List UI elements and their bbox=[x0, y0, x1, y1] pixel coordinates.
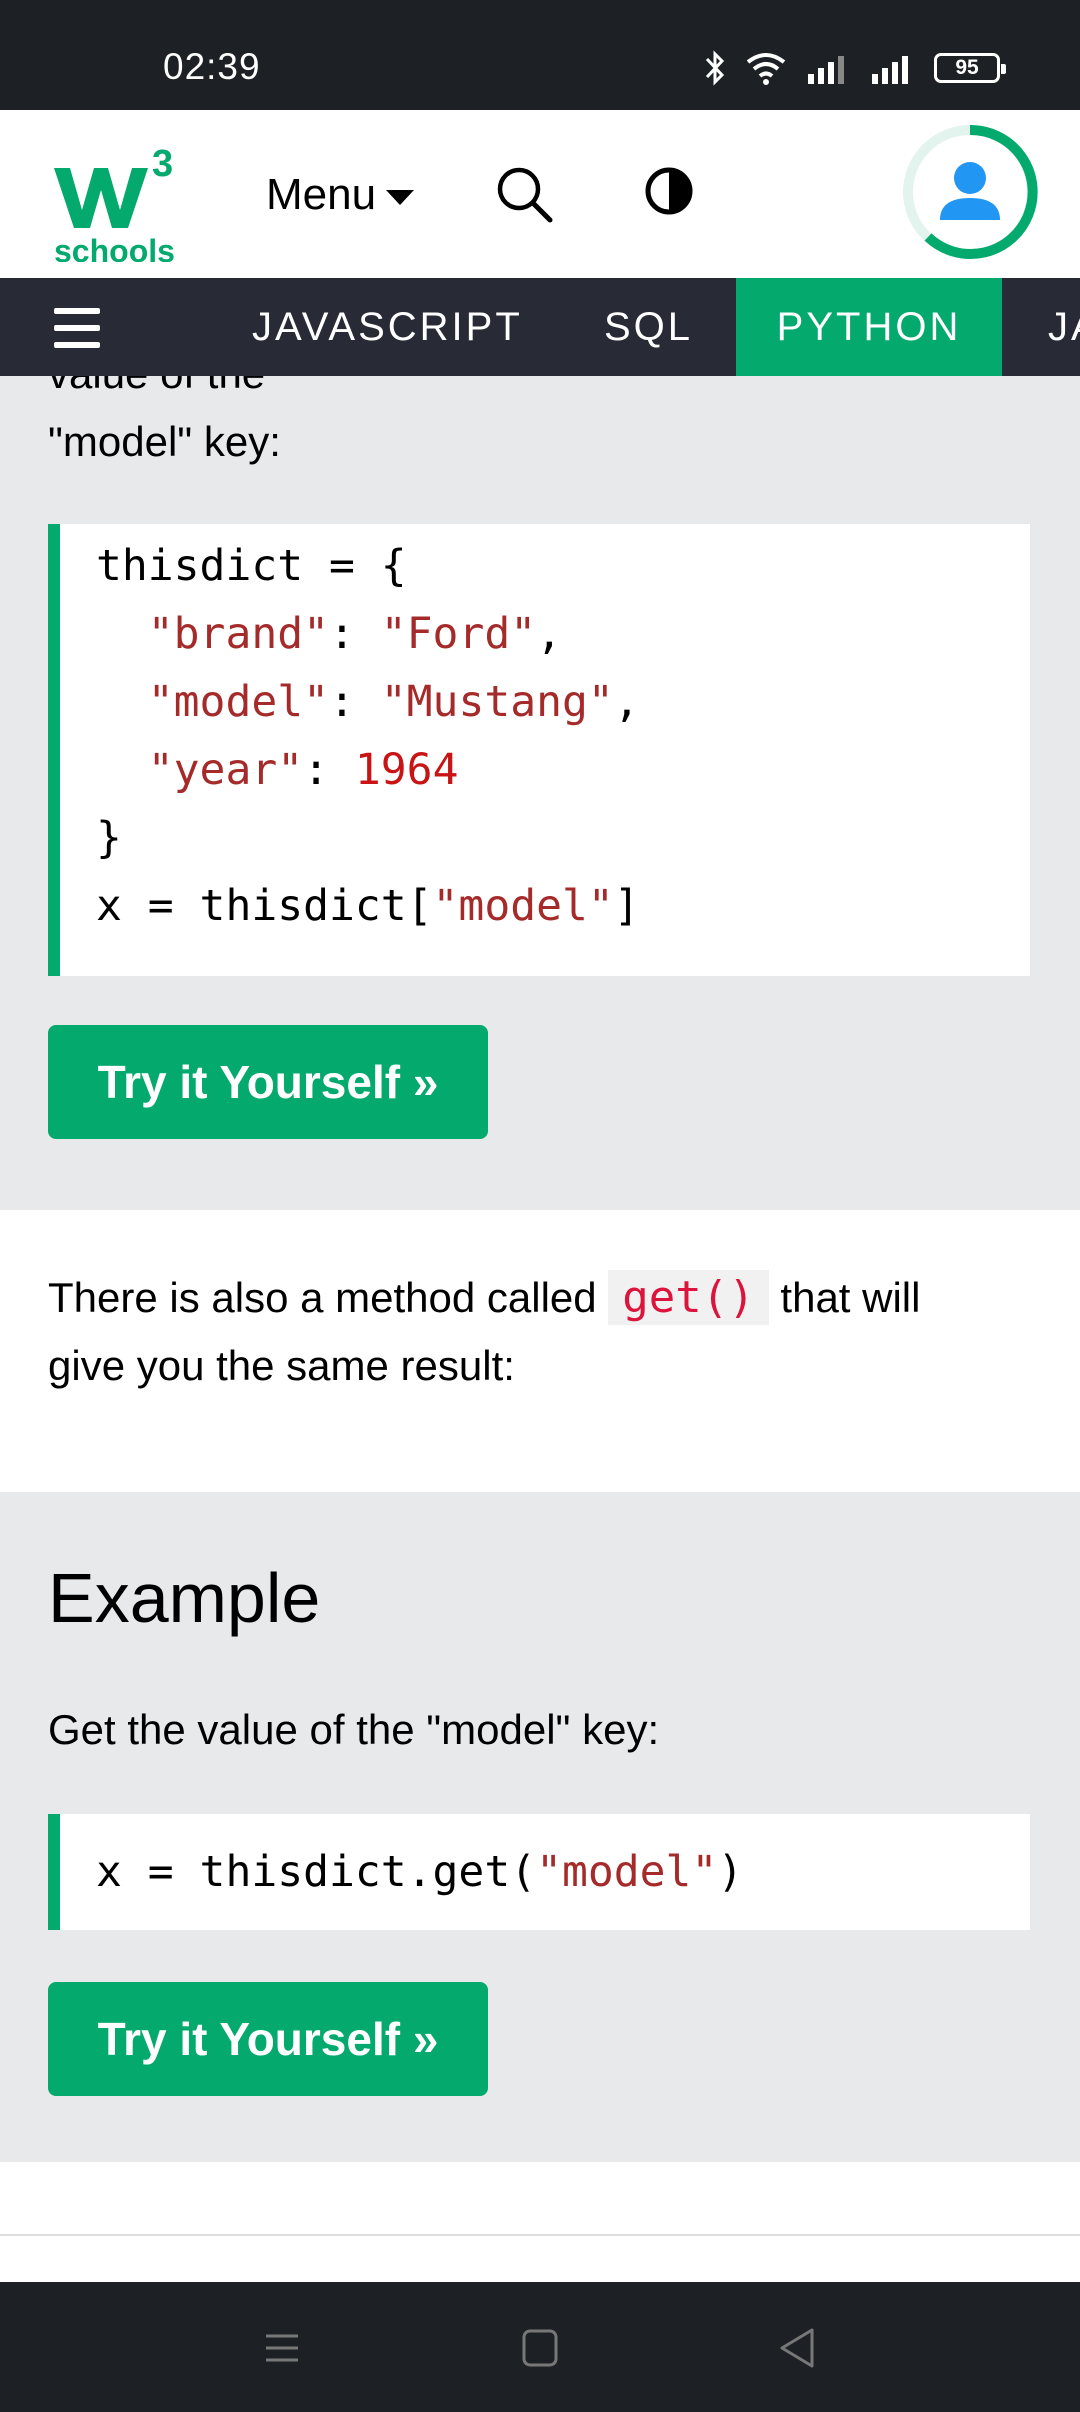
status-bar: 02:39 95 bbox=[0, 0, 1080, 110]
top-header: 3 schools Menu bbox=[0, 110, 1080, 278]
code-key-brand: "brand" bbox=[147, 609, 329, 659]
get-method-paragraph: There is also a method called get() that… bbox=[48, 1264, 1038, 1400]
paragraph-text-after: that will bbox=[780, 1274, 921, 1321]
w3schools-logo[interactable]: 3 schools bbox=[52, 132, 182, 269]
caret-down-icon bbox=[386, 189, 415, 205]
code2-pre: x = thisdict.get( bbox=[96, 1847, 537, 1897]
trailing-block bbox=[0, 2162, 1080, 2282]
code-line-1: thisdict = { bbox=[96, 541, 407, 591]
example-block-1: value of the "model" key: thisdict = { "… bbox=[0, 376, 1080, 1210]
example-heading: Example bbox=[48, 1559, 321, 1637]
example-partial-text: value of the bbox=[48, 376, 265, 408]
hamburger-menu-icon[interactable] bbox=[54, 308, 100, 348]
search-icon[interactable] bbox=[494, 164, 554, 224]
divider bbox=[0, 2234, 1080, 2236]
nav-item-sql[interactable]: SQL bbox=[584, 278, 713, 376]
w3schools-logo-mark: 3 schools bbox=[54, 143, 175, 269]
example-block-2: Example Get the value of the "model" key… bbox=[0, 1492, 1080, 2162]
example-description-2: Get the value of the "model" key: bbox=[48, 1706, 660, 1753]
recent-apps-icon[interactable] bbox=[252, 2318, 312, 2378]
code-line-close: } bbox=[96, 813, 122, 863]
bluetooth-icon bbox=[705, 50, 725, 86]
code-val-year: 1964 bbox=[354, 745, 459, 795]
code2-post: ) bbox=[717, 1847, 744, 1897]
signal-icon-2 bbox=[872, 56, 908, 84]
code-val-brand: "Ford" bbox=[380, 609, 537, 659]
logo-text: schools bbox=[54, 233, 175, 262]
code-example-1: thisdict = { "brand": "Ford", "model": "… bbox=[48, 524, 1030, 976]
nav-item-java[interactable]: JA bbox=[1028, 278, 1080, 376]
inline-code-get: get() bbox=[608, 1270, 769, 1325]
code-key-model: "model" bbox=[147, 677, 329, 727]
menu-label: Menu bbox=[266, 170, 377, 219]
example-description: "model" key: bbox=[48, 418, 281, 465]
battery-level: 95 bbox=[955, 56, 979, 79]
signal-icon bbox=[808, 56, 844, 84]
back-icon[interactable] bbox=[768, 2318, 828, 2378]
wifi-icon bbox=[746, 53, 786, 85]
code-line-access-post: ] bbox=[613, 881, 640, 931]
code-example-2: x = thisdict.get("model") bbox=[48, 1814, 1030, 1930]
user-avatar-icon[interactable] bbox=[902, 124, 1038, 260]
code-line-access-str: "model" bbox=[432, 881, 614, 931]
menu-button[interactable]: Menu bbox=[266, 170, 415, 220]
code2-str: "model" bbox=[536, 1847, 718, 1897]
code-key-year: "year" bbox=[147, 745, 304, 795]
topic-navbar: JAVASCRIPT SQL PYTHON JA bbox=[0, 278, 1080, 376]
logo-superscript: 3 bbox=[152, 143, 173, 185]
paragraph-text-before: There is also a method called bbox=[48, 1274, 597, 1321]
nav-item-javascript[interactable]: JAVASCRIPT bbox=[232, 278, 543, 376]
nav-item-python[interactable]: PYTHON bbox=[736, 278, 1002, 376]
try-it-yourself-button-1[interactable]: Try it Yourself » bbox=[48, 1025, 488, 1139]
try-it-yourself-button-2[interactable]: Try it Yourself » bbox=[48, 1982, 488, 2096]
main-content: value of the "model" key: thisdict = { "… bbox=[0, 376, 1080, 2282]
code-line-access-pre: x = thisdict[ bbox=[96, 881, 433, 931]
status-time: 02:39 bbox=[163, 46, 261, 87]
battery-icon: 95 bbox=[934, 53, 1006, 83]
home-icon[interactable] bbox=[510, 2318, 570, 2378]
text-block: There is also a method called get() that… bbox=[0, 1210, 1080, 1492]
paragraph-text-line2: give you the same result: bbox=[48, 1342, 515, 1389]
code-val-model: "Mustang" bbox=[380, 677, 614, 727]
dark-mode-toggle-icon[interactable] bbox=[644, 166, 694, 216]
system-navigation-bar bbox=[0, 2282, 1080, 2412]
status-icons: 95 bbox=[704, 48, 1006, 88]
